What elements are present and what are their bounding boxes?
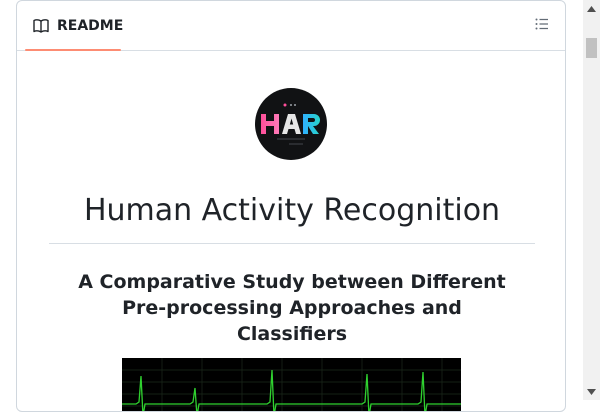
readme-subtitle: A Comparative Study between Different Pr… xyxy=(78,271,506,345)
readme-title: Human Activity Recognition xyxy=(83,193,501,228)
scroll-down-arrow-icon[interactable] xyxy=(583,383,600,400)
scroll-up-arrow-icon[interactable] xyxy=(583,0,600,17)
outline-button[interactable] xyxy=(531,15,553,37)
vertical-scrollbar[interactable] xyxy=(583,0,600,400)
title-divider xyxy=(49,243,535,244)
tab-readme-label: README xyxy=(57,17,124,34)
ecg-signal-image xyxy=(122,358,461,411)
readme-content: Human Activity Recognition A Comparative… xyxy=(17,51,565,411)
readme-card: README Human Activity Recognition A Comp… xyxy=(16,0,566,412)
list-icon xyxy=(534,16,550,36)
scrollbar-thumb[interactable] xyxy=(586,38,597,58)
book-icon xyxy=(33,18,49,34)
har-logo xyxy=(255,88,327,160)
readme-header: README xyxy=(17,1,565,51)
tab-readme[interactable]: README xyxy=(25,1,124,51)
